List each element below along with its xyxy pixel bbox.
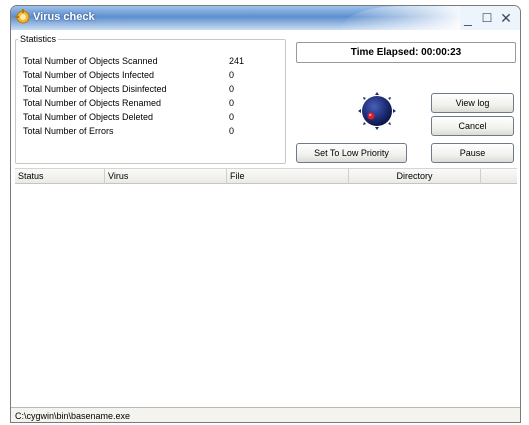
- stat-value: 0: [229, 98, 235, 108]
- stat-row-scanned: Total Number of Objects Scanned 241: [23, 56, 273, 68]
- maximize-icon[interactable]: ☐: [479, 10, 495, 26]
- stat-value: 0: [229, 126, 235, 136]
- column-header-status[interactable]: Status: [15, 169, 105, 184]
- statistics-legend: Statistics: [18, 34, 59, 44]
- stat-label: Total Number of Objects Infected: [23, 70, 155, 80]
- stat-value: 0: [229, 70, 235, 80]
- time-elapsed-display: Time Elapsed: 00:00:23: [296, 42, 516, 63]
- stat-row-infected: Total Number of Objects Infected 0: [23, 70, 273, 82]
- title-bar-highlight: [340, 6, 460, 30]
- status-bar: C:\cygwin\bin\basename.exe: [11, 407, 520, 422]
- stat-value: 0: [229, 112, 235, 122]
- stat-label: Total Number of Objects Disinfected: [23, 84, 167, 94]
- column-header-directory[interactable]: Directory: [349, 169, 481, 184]
- results-list-header: Status Virus File Directory: [15, 168, 517, 184]
- cancel-button[interactable]: Cancel: [431, 116, 514, 136]
- stat-row-renamed: Total Number of Objects Renamed 0: [23, 98, 273, 110]
- pause-button[interactable]: Pause: [431, 143, 514, 163]
- title-bar[interactable]: Virus check _ ☐ ✕: [11, 6, 520, 30]
- stat-row-deleted: Total Number of Objects Deleted 0: [23, 112, 273, 124]
- stat-label: Total Number of Objects Renamed: [23, 98, 162, 108]
- close-icon[interactable]: ✕: [498, 10, 514, 26]
- minimize-icon[interactable]: _: [460, 10, 476, 26]
- virus-check-window: Virus check _ ☐ ✕ Statistics Total Numbe…: [10, 5, 521, 423]
- scan-progress-ball-icon: [358, 92, 396, 130]
- window-title: Virus check: [33, 11, 95, 23]
- column-header-extra[interactable]: [481, 169, 517, 184]
- set-low-priority-button[interactable]: Set To Low Priority: [296, 143, 407, 163]
- stat-value: 0: [229, 84, 235, 94]
- results-list[interactable]: [15, 184, 517, 406]
- stat-label: Total Number of Objects Scanned: [23, 56, 158, 66]
- stat-label: Total Number of Errors: [23, 126, 114, 136]
- stat-row-errors: Total Number of Errors 0: [23, 126, 273, 138]
- virus-check-app-icon: [15, 9, 30, 24]
- current-file-path: C:\cygwin\bin\basename.exe: [15, 411, 131, 421]
- stat-row-disinfected: Total Number of Objects Disinfected 0: [23, 84, 273, 96]
- view-log-button[interactable]: View log: [431, 93, 514, 113]
- column-header-file[interactable]: File: [227, 169, 349, 184]
- stat-label: Total Number of Objects Deleted: [23, 112, 154, 122]
- stat-value: 241: [229, 56, 245, 66]
- column-header-virus[interactable]: Virus: [105, 169, 227, 184]
